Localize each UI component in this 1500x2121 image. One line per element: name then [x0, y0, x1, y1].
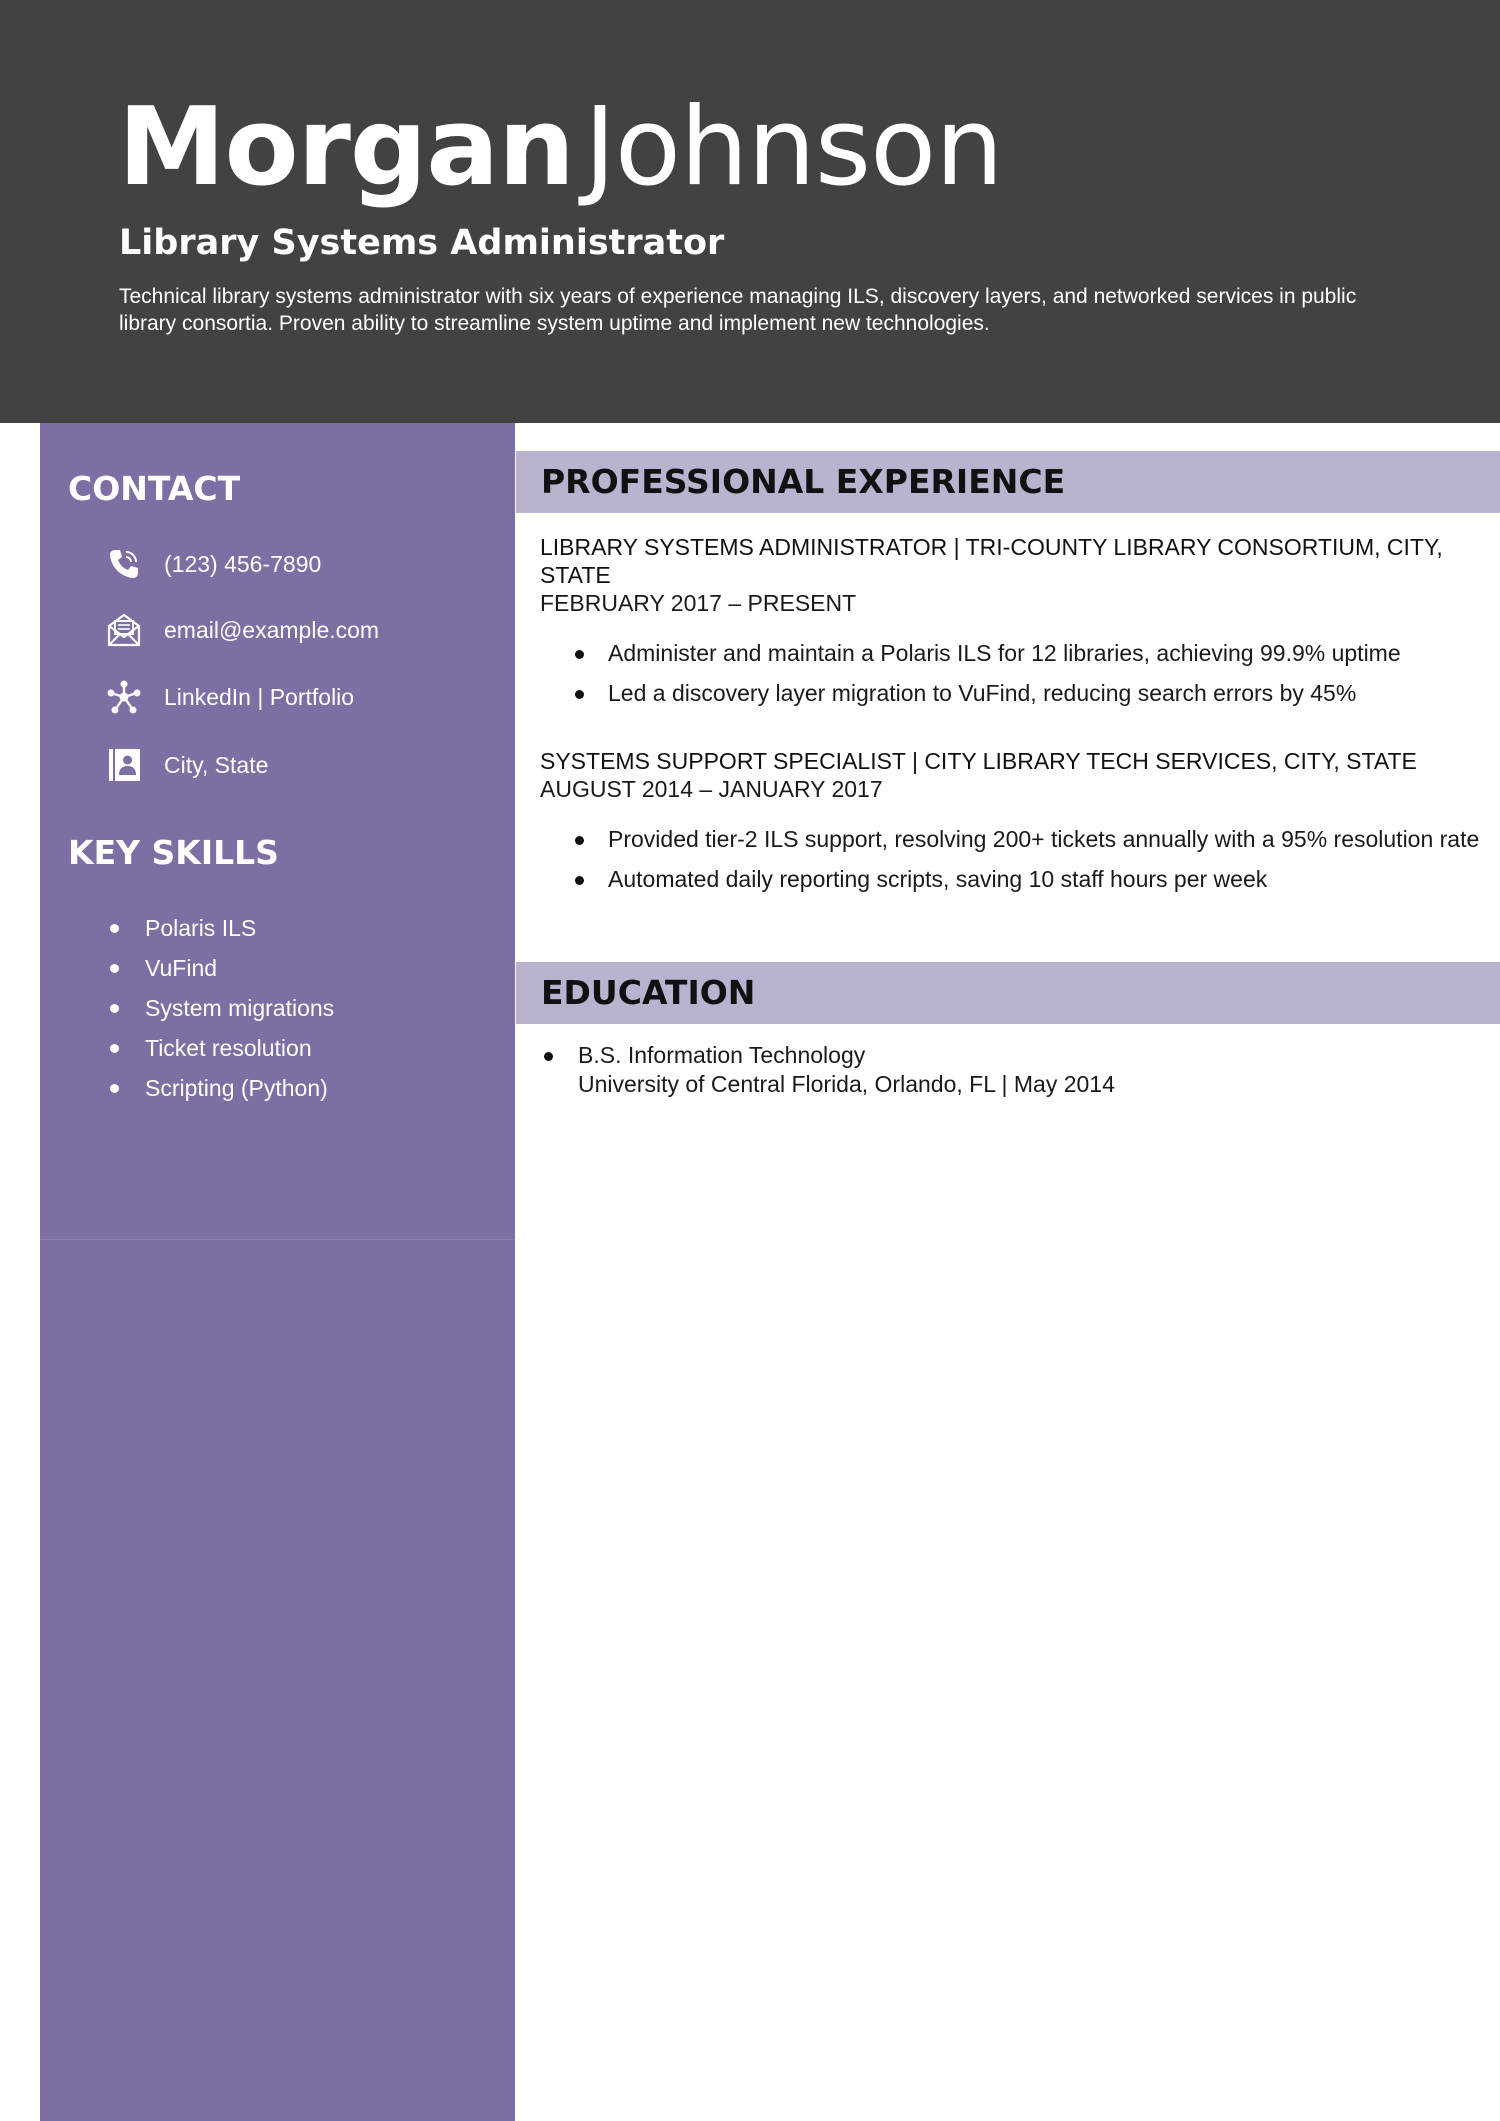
job-bullets: Provided tier-2 ILS support, resolving 2…: [540, 825, 1480, 893]
job-bullet: Automated daily reporting scripts, savin…: [540, 865, 1480, 893]
education-entry: B.S. Information Technology University o…: [540, 1041, 1480, 1099]
skill-item: Ticket resolution: [108, 1028, 334, 1068]
location-text: City, State: [164, 751, 269, 778]
phone-text: (123) 456-7890: [164, 550, 322, 577]
education-list: B.S. Information Technology University o…: [540, 1041, 1480, 1099]
contact-location: City, State: [104, 743, 268, 787]
email-icon: [104, 610, 144, 650]
summary-text: Technical library systems administrator …: [119, 285, 1357, 335]
experience-heading: PROFESSIONAL EXPERIENCE: [541, 462, 1066, 501]
job-entry: SYSTEMS SUPPORT SPECIALIST | CITY LIBRAR…: [540, 747, 1480, 905]
sidebar-divider: [40, 1239, 515, 1240]
skills-list: Polaris ILS VuFind System migrations Tic…: [108, 908, 334, 1108]
contact-email: email@example.com: [104, 608, 379, 652]
job-title-line: SYSTEMS SUPPORT SPECIALIST | CITY LIBRAR…: [540, 748, 1417, 774]
candidate-name: MorganJohnson: [118, 85, 1004, 210]
last-name: Johnson: [584, 85, 1004, 210]
job-bullet: Administer and maintain a Polaris ILS fo…: [540, 639, 1480, 667]
job-bullet: Led a discovery layer migration to VuFin…: [540, 679, 1480, 707]
education-heading: EDUCATION: [541, 973, 756, 1012]
header-banner: [0, 0, 1500, 423]
job-bullets: Administer and maintain a Polaris ILS fo…: [540, 639, 1480, 707]
skill-item: Polaris ILS: [108, 908, 334, 948]
job-title: Library Systems Administrator: [119, 223, 725, 263]
contact-heading: CONTACT: [68, 469, 241, 508]
skill-item: System migrations: [108, 988, 334, 1028]
address-book-icon: [104, 745, 144, 785]
job-title-line: LIBRARY SYSTEMS ADMINISTRATOR | TRI-COUN…: [540, 534, 1443, 588]
contact-phone: (123) 456-7890: [104, 542, 321, 586]
degree: B.S. Information Technology: [578, 1042, 866, 1068]
phone-icon: [104, 544, 144, 584]
job-dates: FEBRUARY 2017 – PRESENT: [540, 590, 857, 616]
skill-item: VuFind: [108, 948, 334, 988]
first-name: Morgan: [118, 85, 575, 210]
links-text: LinkedIn | Portfolio: [164, 683, 355, 710]
skill-item: Scripting (Python): [108, 1068, 334, 1108]
school: University of Central Florida, Orlando, …: [578, 1071, 1115, 1097]
job-bullet: Provided tier-2 ILS support, resolving 2…: [540, 825, 1480, 853]
network-icon: [104, 677, 144, 717]
skills-heading: KEY SKILLS: [68, 833, 279, 872]
email-text: email@example.com: [164, 616, 380, 643]
contact-links: LinkedIn | Portfolio: [104, 675, 354, 719]
job-dates: AUGUST 2014 – JANUARY 2017: [540, 776, 883, 802]
job-entry: LIBRARY SYSTEMS ADMINISTRATOR | TRI-COUN…: [540, 533, 1480, 719]
